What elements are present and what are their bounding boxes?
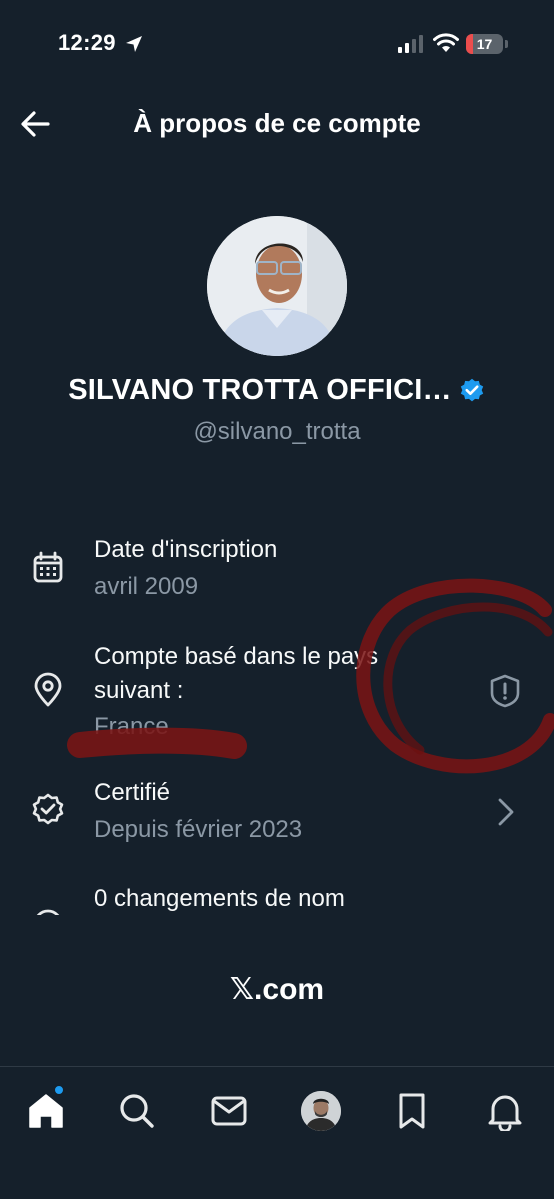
x-com-logo[interactable]: 𝕏.com	[0, 972, 554, 1007]
display-name: SILVANO TROTTA OFFICI…	[68, 374, 452, 406]
info-item-country: Compte basé dans le pays suivant : Franc…	[0, 638, 554, 778]
info-subtitle: avril 2009	[94, 573, 199, 600]
info-subtitle: Depuis février 2023	[94, 816, 303, 843]
account-info-list: Date d'inscription avril 2009 Compte bas…	[0, 530, 554, 915]
calendar-icon	[33, 551, 63, 583]
home-icon	[29, 1094, 63, 1128]
location-pin-icon	[34, 672, 62, 707]
verified-icon	[460, 378, 483, 401]
tab-notifications[interactable]	[483, 1089, 527, 1133]
name-change-icon	[36, 909, 60, 915]
tab-profile[interactable]	[299, 1089, 343, 1133]
profile-avatar[interactable]	[207, 216, 347, 356]
info-item-name-changes[interactable]: 0 changements de nom	[0, 882, 554, 915]
bookmark-icon	[399, 1093, 425, 1129]
location-arrow-icon	[126, 36, 142, 52]
status-bar: 12:29 17	[0, 0, 554, 90]
tab-home[interactable]	[24, 1085, 68, 1133]
status-time: 12:29	[58, 30, 116, 55]
info-title: Date d'inscription	[94, 536, 278, 563]
info-title: Compte basé dans le pays suivant :	[94, 643, 379, 704]
profile-handle: @silvano_trotta	[193, 418, 361, 445]
tab-messages[interactable]	[207, 1089, 251, 1133]
cellular-signal-icon	[398, 35, 423, 53]
tab-search[interactable]	[115, 1089, 159, 1133]
tab-bookmarks[interactable]	[390, 1089, 434, 1133]
info-item-join-date: Date d'inscription avril 2009	[0, 530, 554, 610]
mail-icon	[211, 1096, 247, 1126]
shield-alert-icon[interactable]	[488, 673, 522, 709]
display-name-row: SILVANO TROTTA OFFICI…	[0, 374, 554, 407]
info-subtitle: France	[94, 713, 169, 740]
info-title: Certifié	[94, 779, 171, 806]
bell-icon	[488, 1095, 522, 1131]
chevron-right-icon[interactable]	[494, 794, 518, 830]
avatar-icon	[301, 1091, 341, 1131]
search-icon	[120, 1094, 154, 1128]
page-title: À propos de ce compte	[133, 108, 421, 138]
info-title: 0 changements de nom	[94, 885, 345, 912]
wifi-icon	[433, 33, 459, 52]
bottom-tab-bar	[0, 1066, 554, 1199]
verified-badge-icon	[32, 793, 64, 825]
battery-icon: 17	[466, 34, 503, 54]
battery-level: 17	[476, 36, 493, 52]
notification-dot	[54, 1085, 64, 1095]
info-item-verified[interactable]: Certifié Depuis février 2023	[0, 776, 554, 856]
header: À propos de ce compte	[0, 90, 554, 158]
